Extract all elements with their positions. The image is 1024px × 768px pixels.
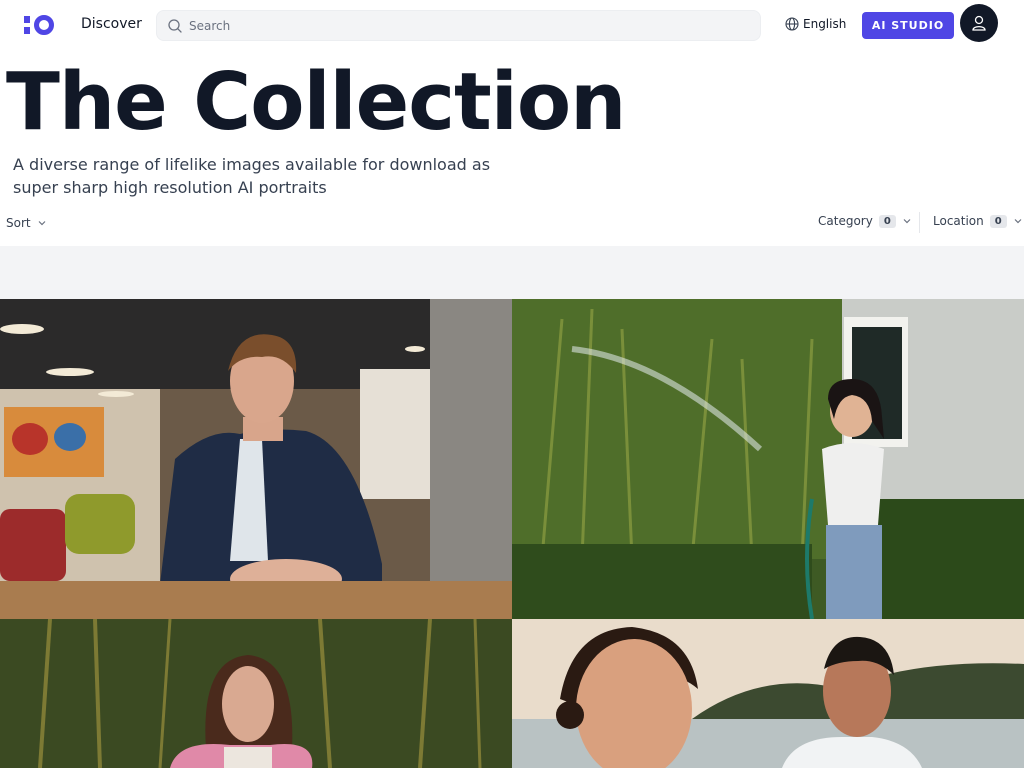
ai-studio-button[interactable]: AI STUDIO [862, 12, 954, 39]
gallery-image-seaside-couple[interactable] [512, 619, 1024, 768]
gallery-image-bamboo-woman[interactable] [0, 619, 512, 768]
chevron-down-icon [1014, 219, 1022, 224]
location-count-badge: 0 [989, 214, 1007, 228]
page-subtitle: A diverse range of lifelike images avail… [13, 155, 491, 197]
location-filter[interactable]: Location 0 [933, 214, 1023, 228]
filter-divider [919, 212, 920, 233]
language-selector[interactable]: English [785, 17, 846, 31]
sort-dropdown[interactable]: Sort [6, 216, 47, 230]
language-label: English [803, 17, 847, 31]
top-navbar: Discover English AI STUDIO [0, 0, 1024, 50]
logo-icon[interactable] [24, 15, 56, 35]
location-label: Location [933, 214, 984, 228]
category-filter[interactable]: Category 0 [818, 214, 912, 228]
search-bar[interactable] [156, 10, 761, 41]
globe-icon [785, 17, 799, 31]
gallery-image-garden-woman[interactable] [512, 299, 1024, 619]
gallery-top-band [0, 246, 1024, 299]
category-count-badge: 0 [878, 214, 896, 228]
page-title: The Collection [6, 56, 626, 148]
chevron-down-icon [903, 219, 911, 224]
chevron-down-icon [38, 221, 46, 226]
sort-label: Sort [6, 216, 31, 230]
nav-discover-link[interactable]: Discover [81, 16, 142, 32]
search-icon [167, 18, 183, 34]
user-avatar-button[interactable] [960, 4, 998, 42]
search-input[interactable] [189, 11, 749, 40]
category-label: Category [818, 214, 873, 228]
user-icon [972, 15, 986, 31]
gallery-image-office-man[interactable] [0, 299, 512, 619]
